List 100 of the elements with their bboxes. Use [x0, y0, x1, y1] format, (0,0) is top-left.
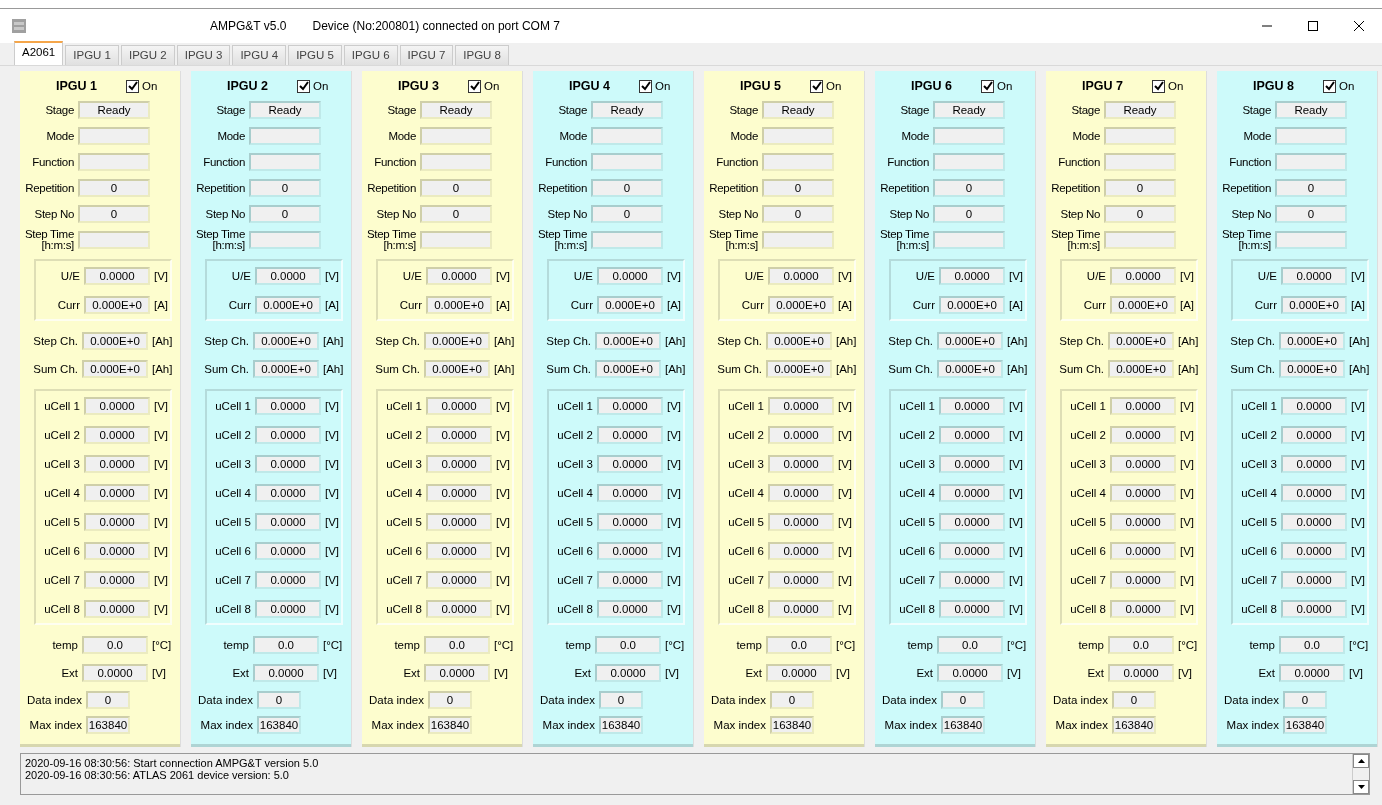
- field-label: Data index: [539, 693, 595, 706]
- field-label: uCell 2: [1240, 428, 1277, 441]
- value-field: 163840: [86, 715, 130, 734]
- value-field: 0.000E+0: [937, 360, 1003, 378]
- checkbox[interactable]: [468, 79, 481, 93]
- value-field: [591, 231, 663, 249]
- checkbox[interactable]: [1323, 79, 1336, 93]
- tab[interactable]: IPGU 6: [343, 45, 398, 65]
- tab[interactable]: IPGU 1: [65, 45, 119, 65]
- field-label: Sum Ch.: [887, 363, 933, 375]
- field-label: Step Ch.: [203, 335, 249, 347]
- unit-label: [V]: [496, 515, 511, 528]
- field-label: Max index: [1054, 718, 1108, 731]
- unit-label: [V]: [325, 544, 340, 557]
- value-field: 0.0000: [939, 396, 1005, 415]
- scroll-up-button[interactable]: [1353, 754, 1369, 768]
- tab[interactable]: IPGU 3: [176, 45, 231, 65]
- tab[interactable]: IPGU 8: [455, 45, 509, 65]
- value-field: 0.0000: [1108, 664, 1174, 682]
- field-label: uCell 2: [1069, 428, 1106, 441]
- value-field: 0.0000: [939, 570, 1005, 589]
- panel-title: IPGU 3: [398, 79, 440, 93]
- value-field: 0.0000: [255, 396, 321, 415]
- unit-label: [V]: [494, 667, 509, 679]
- field-label: Max index: [712, 718, 766, 731]
- unit-label: [V]: [667, 486, 682, 499]
- field-label: uCell 6: [1069, 544, 1106, 557]
- unit-label: [V]: [1178, 667, 1193, 679]
- field-label: uCell 6: [214, 544, 251, 557]
- field-label: Stage: [215, 104, 245, 116]
- value-field: 0.0000: [1281, 570, 1347, 589]
- checkbox[interactable]: [810, 79, 823, 93]
- field-label: U/E: [401, 269, 422, 282]
- field-label: temp: [1077, 639, 1104, 651]
- field-label: Stage: [44, 104, 74, 116]
- tab[interactable]: IPGU 4: [232, 45, 287, 65]
- unit-label: [V]: [154, 428, 169, 441]
- value-field: [591, 153, 663, 171]
- unit-label: [V]: [838, 602, 853, 615]
- value-field: 0.0000: [939, 425, 1005, 444]
- checkbox-label[interactable]: On: [1168, 80, 1184, 92]
- value-field: 0: [249, 179, 321, 197]
- field-label: uCell 7: [43, 573, 80, 586]
- unit-label: [V]: [667, 515, 682, 528]
- checkbox[interactable]: [981, 79, 994, 93]
- tab[interactable]: IPGU 2: [121, 45, 175, 65]
- field-label: uCell 5: [556, 515, 593, 528]
- checkbox-label[interactable]: On: [142, 80, 158, 92]
- checkbox-label[interactable]: On: [1339, 80, 1355, 92]
- unit-label: [V]: [1009, 486, 1024, 499]
- checkbox-label[interactable]: On: [826, 80, 842, 92]
- tab[interactable]: IPGU 7: [399, 45, 454, 65]
- value-field: Ready: [249, 101, 321, 119]
- field-label: Step Ch.: [545, 335, 591, 347]
- field-label: uCell 5: [43, 515, 80, 528]
- checkbox[interactable]: [1152, 79, 1165, 93]
- value-field: 0.0000: [84, 570, 150, 589]
- unit-label: [Ah]: [323, 335, 344, 347]
- tab[interactable]: A2061: [14, 41, 64, 65]
- checkbox[interactable]: [639, 79, 652, 93]
- unit-label: [Ah]: [494, 363, 515, 375]
- scrollbar[interactable]: [1352, 754, 1369, 794]
- unit-label: [V]: [1009, 399, 1024, 412]
- unit-label: [V]: [1180, 602, 1195, 615]
- value-field: 0.0000: [1281, 512, 1347, 531]
- value-field: 0.0000: [768, 454, 834, 473]
- unit-label: [V]: [1349, 667, 1364, 679]
- value-field: 0.0000: [1110, 483, 1176, 502]
- unit-label: [°C]: [1007, 639, 1027, 651]
- value-field: 0.0000: [84, 454, 150, 473]
- value-field: 0.0000: [1110, 266, 1176, 285]
- unit-label: [V]: [496, 486, 511, 499]
- checkbox[interactable]: [297, 79, 310, 93]
- field-label: U/E: [743, 269, 764, 282]
- unit-label: [V]: [836, 667, 851, 679]
- unit-label: [V]: [325, 457, 340, 470]
- field-label: Sum Ch.: [374, 363, 420, 375]
- field-label: uCell 1: [214, 399, 251, 412]
- field-label: Repetition: [1050, 182, 1100, 194]
- tab[interactable]: IPGU 5: [288, 45, 342, 65]
- checkbox-label[interactable]: On: [655, 80, 671, 92]
- value-field: 0: [1104, 205, 1176, 223]
- value-field: 0.000E+0: [1279, 360, 1345, 378]
- value-field: 0.0000: [426, 425, 492, 444]
- field-label: Step Time [h:m:s]: [195, 229, 245, 251]
- field-label: Step No: [546, 208, 587, 220]
- checkbox-label[interactable]: On: [484, 80, 500, 92]
- unit-label: [V]: [325, 428, 340, 441]
- unit-label: [V]: [154, 573, 169, 586]
- scroll-down-button[interactable]: [1353, 780, 1369, 794]
- checkbox-label[interactable]: On: [997, 80, 1013, 92]
- field-label: Ext: [573, 667, 591, 679]
- value-field: 0.0: [82, 636, 148, 654]
- field-label: Repetition: [366, 182, 416, 194]
- field-label: Data index: [1223, 693, 1279, 706]
- value-field: 0.0000: [1281, 396, 1347, 415]
- value-field: 163840: [941, 715, 985, 734]
- checkbox-label[interactable]: On: [313, 80, 329, 92]
- value-field: 0.000E+0: [766, 360, 832, 378]
- checkbox[interactable]: [126, 79, 139, 93]
